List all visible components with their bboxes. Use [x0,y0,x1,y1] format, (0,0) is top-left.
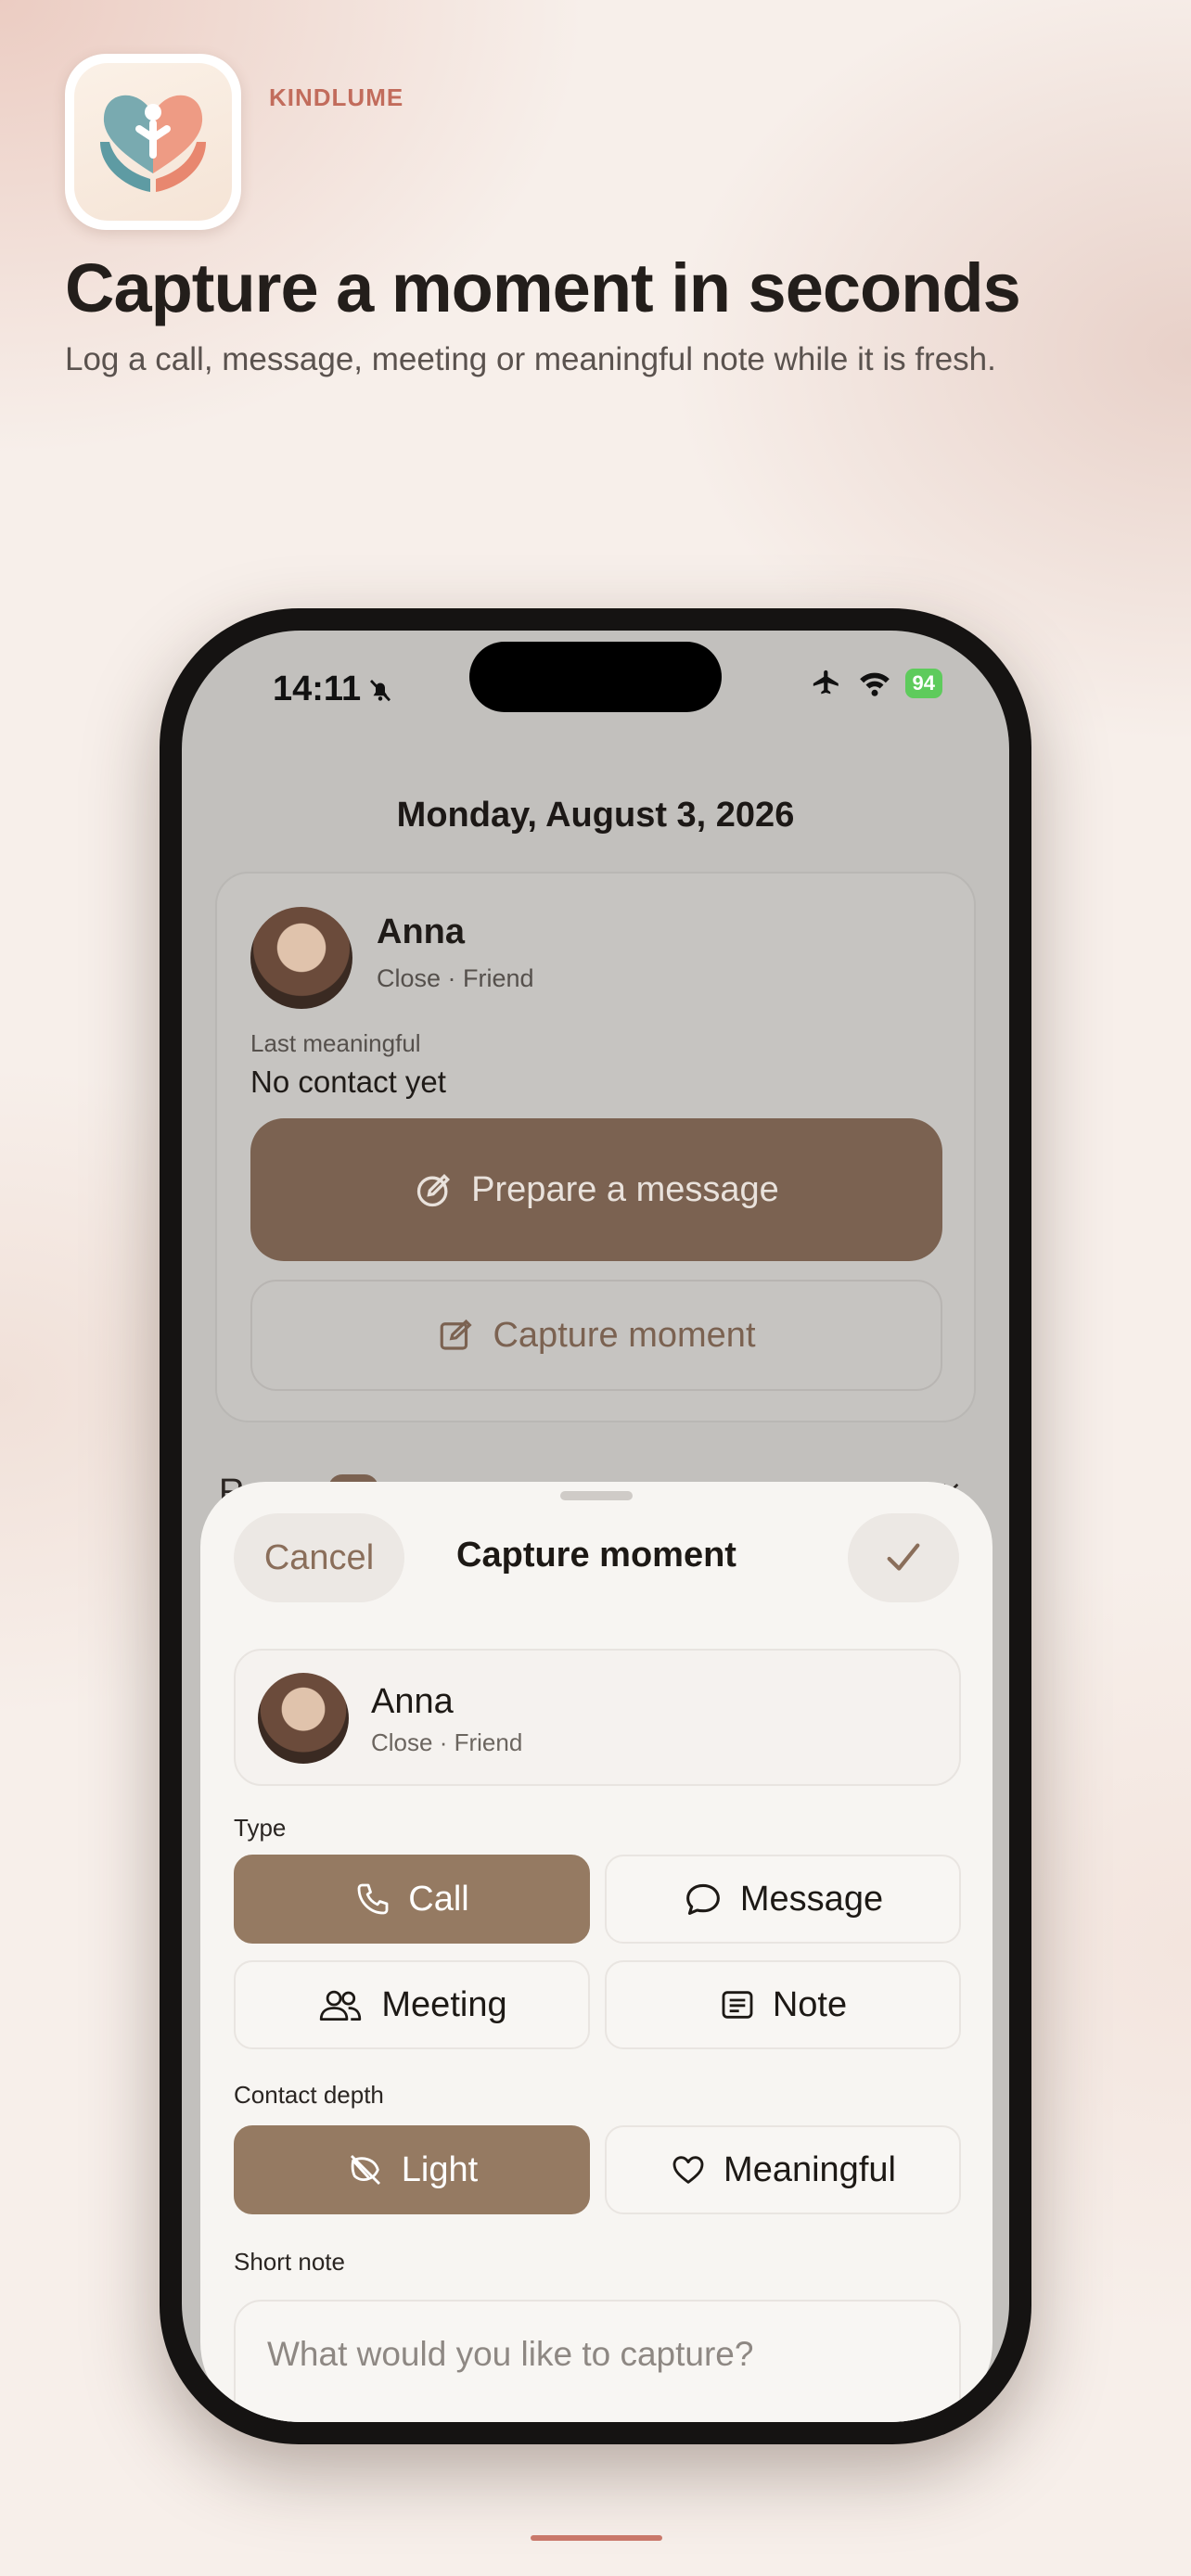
hero-subhead: Log a call, message, meeting or meaningf… [65,341,996,377]
contact-relation: Close · Friend [377,964,534,992]
status-icons: 94 [809,668,942,699]
brand-name: KINDLUME [269,83,404,111]
type-call-button[interactable]: Call [234,1855,590,1944]
type-message-label: Message [739,1879,884,1919]
type-call-label: Call [408,1879,469,1919]
hero-headline: Capture a moment in seconds [65,249,1021,326]
status-time: 14:11 [273,670,394,709]
sheet-grabber[interactable] [560,1491,633,1500]
type-note-label: Note [772,1984,848,2024]
wifi-icon [859,672,890,696]
selected-contact-name: Anna [371,1682,454,1721]
selected-contact-relation: Close · Friend [371,1728,523,1756]
depth-light-label: Light [401,2149,479,2189]
heart-hands-logo-icon [100,95,206,192]
avatar [258,1673,349,1764]
people-icon [320,1990,362,2021]
depth-light-button[interactable]: Light [234,2125,590,2214]
prepare-message-button[interactable]: Prepare a message [250,1118,942,1261]
type-meeting-label: Meeting [381,1984,507,2024]
capture-moment-sheet: Cancel Capture moment Anna Close · Frien… [200,1482,992,2422]
last-meaningful-value: No contact yet [250,1065,446,1099]
capture-moment-button[interactable]: Capture moment [250,1280,942,1391]
leaf-icon [350,2154,380,2186]
type-note-button[interactable]: Note [605,1960,961,2049]
phone-frame: 14:11 94 Monday, August 3, 2026 Anna Clo… [160,608,1031,2444]
capture-moment-label: Capture moment [493,1315,756,1355]
type-meeting-button[interactable]: Meeting [234,1960,590,2049]
contact-card: Anna Close · Friend Last meaningful No c… [215,872,976,1422]
last-meaningful-label: Last meaningful [250,1029,421,1057]
compose-circle-icon [417,1173,451,1207]
checkmark-icon [887,1543,920,1571]
type-message-button[interactable]: Message [605,1855,961,1944]
phone-screen: 14:11 94 Monday, August 3, 2026 Anna Clo… [182,631,1009,2422]
prepare-message-label: Prepare a message [471,1169,779,1209]
app-logo [65,54,241,230]
battery-indicator: 94 [904,669,942,698]
type-label: Type [234,1814,287,1842]
confirm-button[interactable] [848,1513,959,1602]
short-note-input[interactable]: What would you like to capture? [234,2300,961,2422]
bell-slash-icon [370,679,391,701]
note-icon [722,1991,753,2019]
contact-name: Anna [377,912,465,951]
avatar [250,907,352,1009]
airplane-icon [813,670,839,695]
phone-icon [357,1883,389,1915]
heart-icon [672,2156,704,2184]
depth-meaningful-label: Meaningful [724,2149,896,2189]
chat-bubble-icon [685,1883,720,1915]
contact-depth-label: Contact depth [234,2081,384,2109]
selected-contact[interactable]: Anna Close · Friend [234,1649,961,1786]
home-indicator [531,2535,662,2541]
dynamic-island [469,642,722,712]
current-date: Monday, August 3, 2026 [396,796,795,835]
status-time-text: 14:11 [273,670,362,708]
short-note-label: Short note [234,2248,345,2276]
depth-meaningful-button[interactable]: Meaningful [605,2125,961,2214]
edit-square-icon [441,1319,473,1350]
